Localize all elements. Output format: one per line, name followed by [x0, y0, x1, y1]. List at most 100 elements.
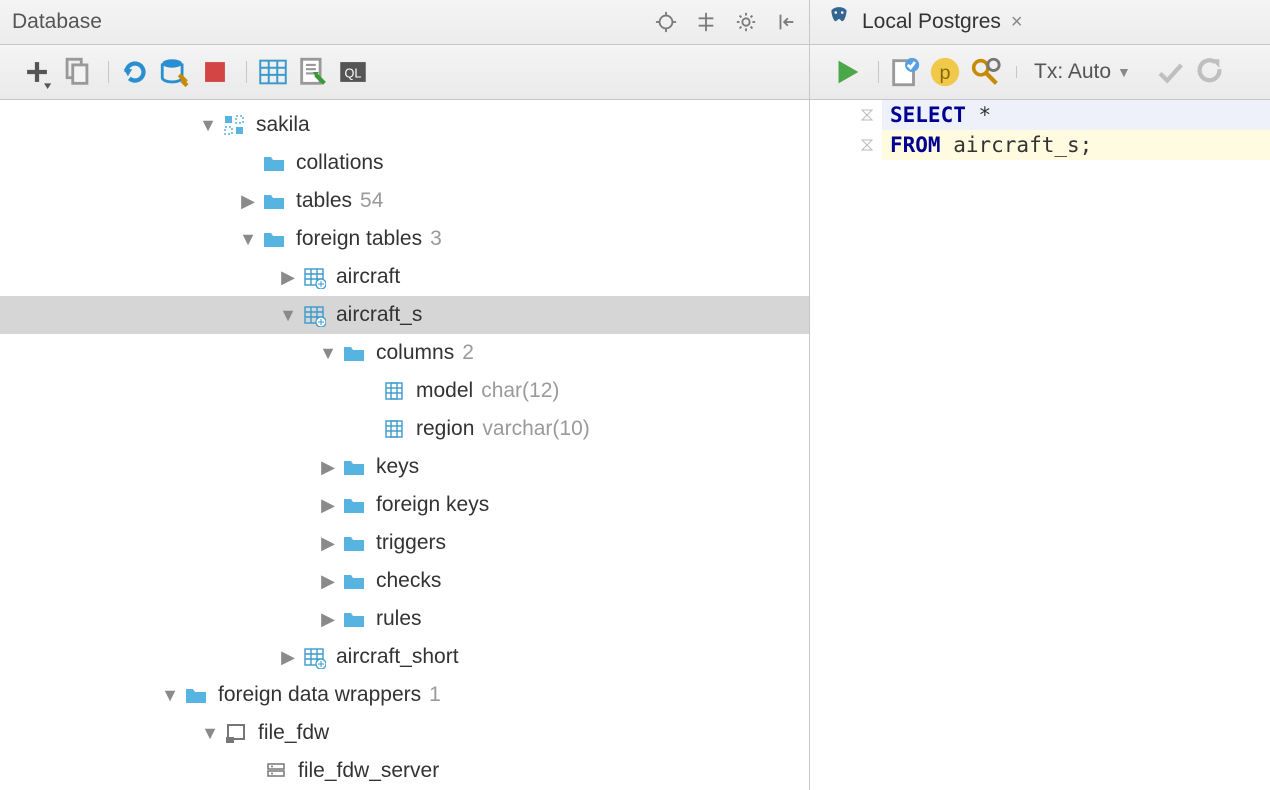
tree-node-columns[interactable]: ▼ columns 2 [0, 334, 809, 372]
sql-text: * [966, 103, 991, 127]
refresh-icon[interactable] [118, 55, 152, 89]
svg-text:QL: QL [344, 66, 361, 81]
node-label: sakila [256, 113, 310, 137]
node-label: columns [376, 341, 454, 365]
gear-icon[interactable] [735, 11, 757, 33]
split-icon[interactable] [695, 11, 717, 33]
code-line-1[interactable]: SELECT * [882, 100, 1270, 130]
panel-title-text: Database [12, 10, 102, 34]
node-count: 2 [462, 341, 474, 365]
folder-icon [260, 229, 288, 249]
folder-icon [340, 343, 368, 363]
tx-label: Tx: Auto [1034, 60, 1111, 84]
editor-gutter [810, 100, 880, 790]
tree-node-collations[interactable]: ▶ collations [0, 144, 809, 182]
tree-node-tables[interactable]: ▶ tables 54 [0, 182, 809, 220]
tree-node-foreign-keys[interactable]: ▶ foreign keys [0, 486, 809, 524]
tab-label: Local Postgres [862, 10, 1001, 34]
rollback-icon[interactable] [1191, 55, 1225, 89]
node-type: varchar(10) [482, 417, 589, 441]
run-icon[interactable] [830, 55, 864, 89]
node-label: region [416, 417, 474, 441]
node-label: collations [296, 151, 384, 175]
tree-node-foreign-tables[interactable]: ▼ foreign tables 3 [0, 220, 809, 258]
schema-icon [220, 113, 248, 137]
database-panel-title: Database [0, 0, 809, 45]
folder-icon [260, 153, 288, 173]
datasource-properties-icon[interactable] [158, 55, 192, 89]
folder-icon [182, 685, 210, 705]
sql-keyword: SELECT [890, 103, 966, 127]
edit-doc-icon[interactable] [296, 55, 330, 89]
node-label: aircraft [336, 265, 400, 289]
chevron-down-icon: ▼ [1117, 64, 1131, 80]
foreign-table-icon [300, 303, 328, 327]
node-label: file_fdw_server [298, 759, 439, 783]
foreign-table-icon [300, 645, 328, 669]
postgres-icon [826, 6, 852, 38]
folder-icon [260, 191, 288, 211]
explain-plan-icon[interactable] [888, 55, 922, 89]
tree-node-keys[interactable]: ▶ keys [0, 448, 809, 486]
node-label: model [416, 379, 473, 403]
editor-toolbar: p Tx: Auto ▼ [810, 45, 1270, 100]
settings-icon[interactable] [968, 55, 1002, 89]
tree-node-sakila[interactable]: ▼ sakila [0, 106, 809, 144]
tree-node-region[interactable]: ▶ region varchar(10) [0, 410, 809, 448]
database-tree[interactable]: ▼ sakila ▶ collations ▶ tables 54 ▼ fore… [0, 100, 809, 790]
node-label: foreign tables [296, 227, 422, 251]
node-label: file_fdw [258, 721, 329, 745]
node-label: triggers [376, 531, 446, 555]
node-label: tables [296, 189, 352, 213]
folder-icon [340, 533, 368, 553]
tree-node-aircraft-short[interactable]: ▶ aircraft_short [0, 638, 809, 676]
copy-icon[interactable] [60, 55, 94, 89]
tree-node-triggers[interactable]: ▶ triggers [0, 524, 809, 562]
node-type: char(12) [481, 379, 559, 403]
sql-console-icon[interactable]: QL [336, 55, 370, 89]
tree-node-fdw[interactable]: ▼ foreign data wrappers 1 [0, 676, 809, 714]
commit-icon[interactable] [1153, 55, 1187, 89]
tree-node-file-fdw-server[interactable]: ▶ file_fdw_server [0, 752, 809, 790]
database-toolbar: QL [0, 45, 809, 100]
node-count: 54 [360, 189, 383, 213]
node-label: aircraft_short [336, 645, 459, 669]
sql-text: aircraft_s; [941, 133, 1093, 157]
target-icon[interactable] [655, 11, 677, 33]
tab-local-postgres[interactable]: Local Postgres × [818, 0, 1031, 44]
server-icon [262, 759, 290, 783]
wrapper-icon [222, 721, 250, 745]
node-count: 3 [430, 227, 442, 251]
folder-icon [340, 457, 368, 477]
table-icon[interactable] [256, 55, 290, 89]
tree-node-aircraft[interactable]: ▶ aircraft [0, 258, 809, 296]
node-label: checks [376, 569, 441, 593]
node-label: keys [376, 455, 419, 479]
column-icon [380, 379, 408, 403]
tree-node-model[interactable]: ▶ model char(12) [0, 372, 809, 410]
node-label: foreign data wrappers [218, 683, 421, 707]
tx-mode-selector[interactable]: Tx: Auto ▼ [1026, 60, 1139, 84]
sql-keyword: FROM [890, 133, 941, 157]
sql-editor[interactable]: SELECT * FROM aircraft_s; [810, 100, 1270, 790]
tree-node-rules[interactable]: ▶ rules [0, 600, 809, 638]
folder-icon [340, 571, 368, 591]
node-label: foreign keys [376, 493, 489, 517]
tree-node-file-fdw[interactable]: ▼ file_fdw [0, 714, 809, 752]
collapse-icon[interactable] [775, 11, 797, 33]
tree-node-aircraft-s[interactable]: ▼ aircraft_s [0, 296, 809, 334]
folder-icon [340, 495, 368, 515]
close-icon[interactable]: × [1011, 11, 1023, 34]
editor-tabs: Local Postgres × [810, 0, 1270, 45]
code-line-2[interactable]: FROM aircraft_s; [882, 130, 1270, 160]
parameter-icon[interactable]: p [928, 55, 962, 89]
node-label: aircraft_s [336, 303, 422, 327]
node-label: rules [376, 607, 422, 631]
add-icon[interactable] [20, 55, 54, 89]
foreign-table-icon [300, 265, 328, 289]
stop-icon[interactable] [198, 55, 232, 89]
column-icon [380, 417, 408, 441]
tree-node-checks[interactable]: ▶ checks [0, 562, 809, 600]
svg-text:p: p [939, 62, 950, 84]
folder-icon [340, 609, 368, 629]
